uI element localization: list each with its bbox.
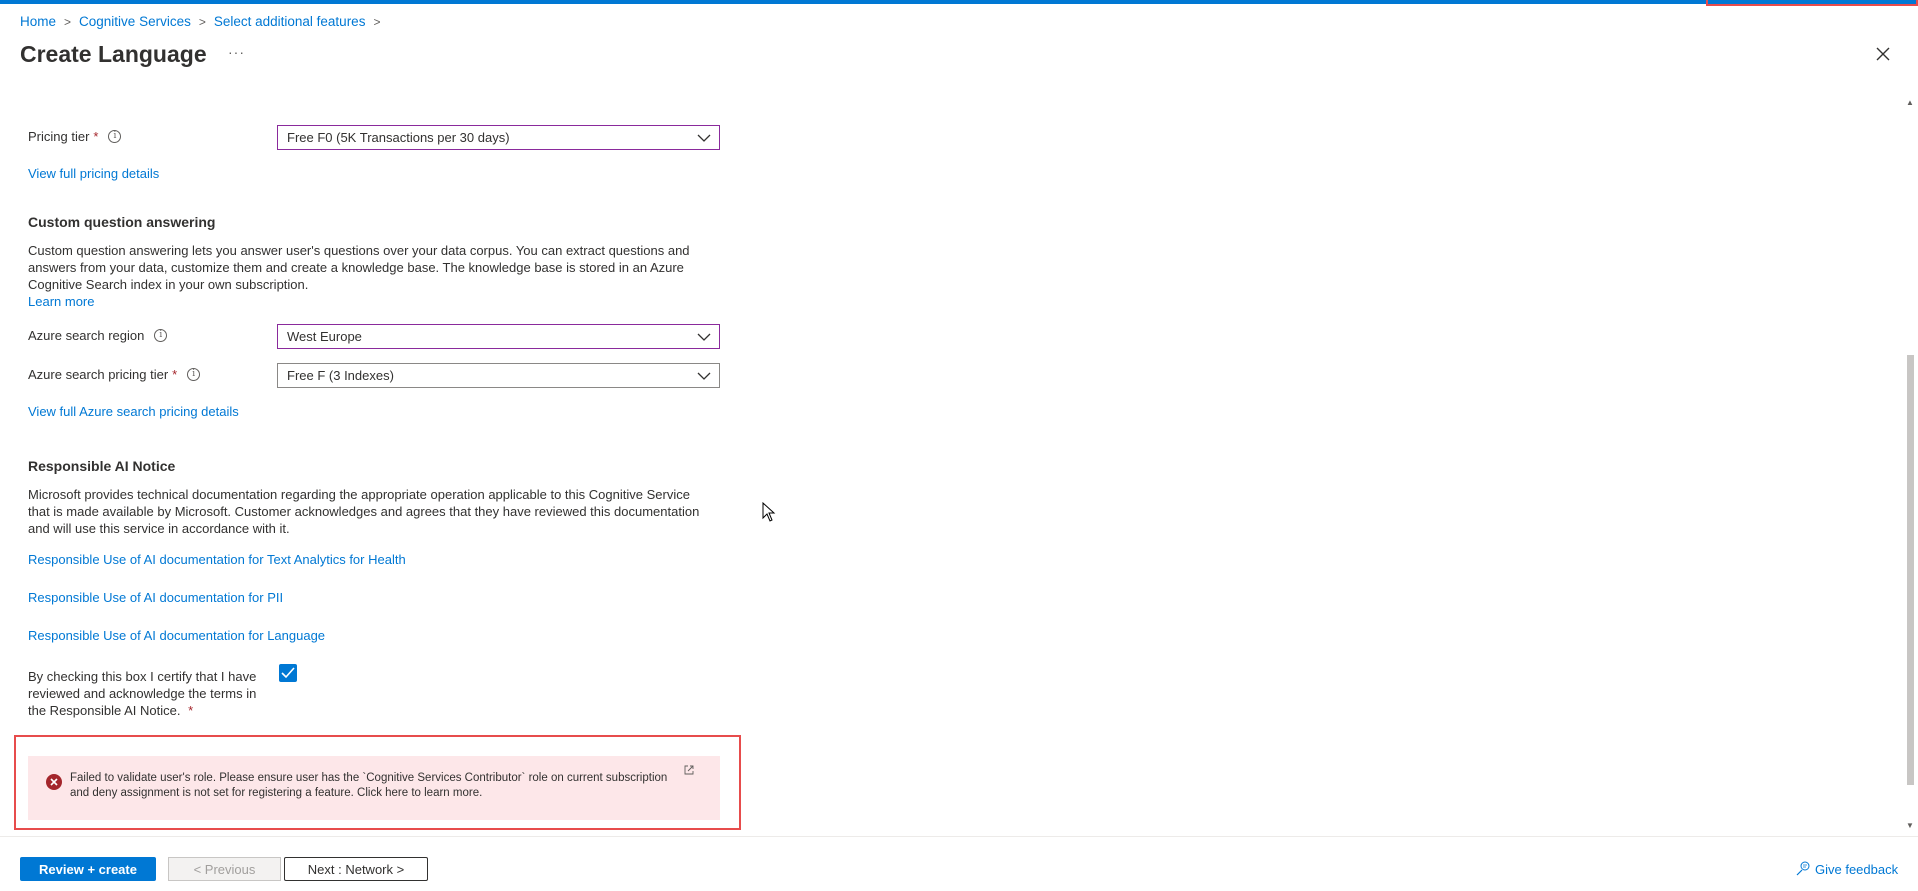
checkmark-icon bbox=[281, 667, 295, 679]
azure-search-tier-label: Azure search pricing tier * i bbox=[28, 367, 201, 382]
azure-search-tier-label-text: Azure search pricing tier bbox=[28, 367, 169, 382]
cqa-description-line: Cognitive Search index in your own subsc… bbox=[28, 277, 309, 292]
error-icon bbox=[46, 774, 62, 790]
footer-divider bbox=[0, 836, 1918, 837]
pricing-tier-label: Pricing tier * i bbox=[28, 129, 122, 144]
chevron-down-icon bbox=[697, 372, 711, 380]
cqa-description: Custom question answering lets you answe… bbox=[28, 242, 708, 310]
cqa-heading: Custom question answering bbox=[28, 214, 216, 230]
chevron-down-icon bbox=[697, 333, 711, 341]
rai-certify-checkbox[interactable] bbox=[279, 664, 297, 682]
certify-label-line: reviewed and acknowledge the terms in bbox=[28, 686, 257, 701]
rai-pii-link[interactable]: Responsible Use of AI documentation for … bbox=[28, 590, 283, 605]
breadcrumb-cognitive-services[interactable]: Cognitive Services bbox=[79, 14, 191, 29]
previous-button[interactable]: < Previous bbox=[168, 857, 281, 881]
give-feedback-label: Give feedback bbox=[1815, 861, 1899, 877]
required-marker: * bbox=[188, 703, 194, 718]
azure-search-tier-select[interactable]: Free F (3 Indexes) bbox=[277, 363, 720, 388]
review-create-button[interactable]: Review + create bbox=[20, 857, 156, 881]
azure-search-region-label: Azure search region i bbox=[28, 328, 168, 343]
required-marker: * bbox=[172, 367, 178, 382]
breadcrumb-home[interactable]: Home bbox=[20, 14, 56, 29]
view-azure-search-pricing-link[interactable]: View full Azure search pricing details bbox=[28, 404, 239, 419]
info-icon[interactable]: i bbox=[187, 368, 201, 381]
give-feedback-link[interactable]: Give feedback bbox=[1795, 861, 1898, 877]
rai-description-line: and will use this service in accordance … bbox=[28, 521, 290, 536]
scrollbar-thumb[interactable] bbox=[1907, 355, 1914, 785]
rai-certify-label: By checking this box I certify that I ha… bbox=[28, 668, 268, 719]
pricing-tier-label-text: Pricing tier bbox=[28, 129, 90, 144]
cqa-description-line: Custom question answering lets you answe… bbox=[28, 243, 690, 258]
rai-health-link[interactable]: Responsible Use of AI documentation for … bbox=[28, 552, 406, 567]
breadcrumb-select-features[interactable]: Select additional features bbox=[214, 14, 366, 29]
view-pricing-details-link[interactable]: View full pricing details bbox=[28, 166, 159, 181]
required-marker: * bbox=[93, 129, 99, 144]
info-icon[interactable]: i bbox=[154, 329, 168, 342]
azure-search-region-label-text: Azure search region bbox=[28, 328, 145, 343]
error-message-text: Failed to validate user's role. Please e… bbox=[70, 771, 690, 801]
breadcrumb-separator: > bbox=[198, 14, 206, 29]
scroll-down-arrow-icon[interactable]: ▼ bbox=[1906, 821, 1914, 830]
rai-description-line: that is made available by Microsoft. Cus… bbox=[28, 504, 700, 519]
azure-search-region-select[interactable]: West Europe bbox=[277, 324, 720, 349]
certify-label-line: By checking this box I certify that I ha… bbox=[28, 669, 257, 684]
top-highlight-frame bbox=[1706, 0, 1918, 6]
learn-more-link[interactable]: Learn more bbox=[28, 294, 94, 309]
page-title: Create Language bbox=[20, 41, 207, 67]
close-icon bbox=[1876, 47, 1890, 61]
azure-search-tier-value: Free F (3 Indexes) bbox=[287, 368, 394, 383]
rai-description-line: Microsoft provides technical documentati… bbox=[28, 487, 690, 502]
pricing-tier-select[interactable]: Free F0 (5K Transactions per 30 days) bbox=[277, 125, 720, 150]
error-message-line: and deny assignment is not set for regis… bbox=[70, 787, 483, 799]
azure-search-region-value: West Europe bbox=[287, 329, 362, 344]
info-icon[interactable]: i bbox=[108, 130, 122, 143]
feedback-icon bbox=[1796, 861, 1810, 876]
external-link-icon bbox=[684, 765, 694, 775]
top-accent-bar bbox=[0, 0, 1918, 4]
rai-description: Microsoft provides technical documentati… bbox=[28, 486, 708, 537]
scroll-up-arrow-icon[interactable]: ▲ bbox=[1906, 98, 1914, 107]
rai-heading: Responsible AI Notice bbox=[28, 458, 176, 474]
pricing-tier-value: Free F0 (5K Transactions per 30 days) bbox=[287, 130, 510, 145]
close-button[interactable] bbox=[1873, 44, 1893, 64]
breadcrumb-separator: > bbox=[64, 14, 72, 29]
rai-language-link[interactable]: Responsible Use of AI documentation for … bbox=[28, 628, 325, 643]
error-message-banner[interactable]: Failed to validate user's role. Please e… bbox=[28, 756, 720, 820]
cursor-icon bbox=[762, 502, 776, 522]
cqa-description-line: answers from your data, customize them a… bbox=[28, 260, 684, 275]
certify-label-line: the Responsible AI Notice. * bbox=[28, 703, 194, 718]
chevron-down-icon bbox=[697, 134, 711, 142]
breadcrumb: Home > Cognitive Services > Select addit… bbox=[20, 14, 388, 29]
error-message-line: Failed to validate user's role. Please e… bbox=[70, 772, 668, 784]
next-network-button[interactable]: Next : Network > bbox=[284, 857, 428, 881]
breadcrumb-separator: > bbox=[373, 14, 381, 29]
more-options-button[interactable]: ··· bbox=[228, 44, 245, 60]
